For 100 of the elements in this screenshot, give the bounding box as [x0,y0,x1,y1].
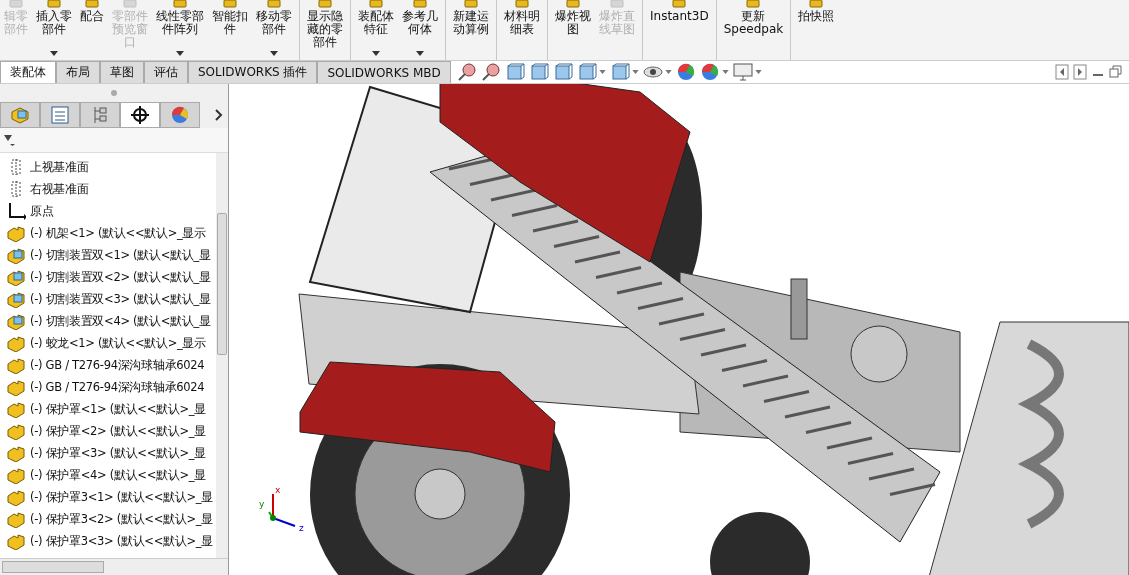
caret-icon[interactable] [598,70,606,74]
view-cube-icon[interactable] [576,63,597,81]
tree-item[interactable]: (-) 蛟龙<1> (默认<<默认>_显示 [0,332,216,354]
caret-icon [270,51,278,56]
restore-icon[interactable] [1109,64,1123,80]
command-tab[interactable]: 草图 [100,61,144,83]
ribbon-button[interactable]: 材料明 细表 [500,0,548,60]
ribbon-button[interactable]: 插入零 部件 [32,0,76,60]
ribbon-button[interactable]: 线性零部 件阵列 [152,0,208,60]
tree-item-label: (-) 保护罩3<2> (默认<<默认>_显 [30,511,213,527]
tree-item[interactable]: (-) 切割装置双<1> (默认<默认_显 [0,244,216,266]
tree-item-label: 原点 [30,203,54,219]
view-cube-icon[interactable] [552,63,573,81]
command-tab[interactable]: 布局 [56,61,100,83]
part-icon [6,532,26,550]
tree-item[interactable]: (-) 切割装置双<3> (默认<默认_显 [0,288,216,310]
part-icon [6,224,26,242]
assembly-icon [6,246,26,264]
crosshair-icon [130,105,150,125]
y-axis-label: y [259,500,265,509]
tree-item[interactable]: (-) 保护罩3<3> (默认<<默认>_显 [0,530,216,552]
tree-item[interactable]: (-) 切割装置双<4> (默认<默认_显 [0,310,216,332]
caret-icon[interactable] [721,70,729,74]
tree-item[interactable]: 原点 [0,200,216,222]
command-tab[interactable]: SOLIDWORKS 插件 [188,61,318,83]
part-icon [6,400,26,418]
tree-item-label: (-) 保护罩<1> (默认<<默认>_显 [30,401,206,417]
ribbon-button[interactable]: 拍快照 [794,0,839,60]
tree-item[interactable]: 右视基准面 [0,178,216,200]
chevron-right-icon[interactable] [214,108,224,122]
tree-item[interactable]: (-) 保护罩3<1> (默认<<默认>_显 [0,486,216,508]
tree-item[interactable]: (-) 保护罩<2> (默认<<默认>_显 [0,420,216,442]
view-cube-icon[interactable] [528,63,549,81]
caret-icon [372,51,380,56]
caret-icon [176,51,184,56]
part-icon [6,488,26,506]
command-tab[interactable]: 评估 [144,61,188,83]
view-cube-icon[interactable] [504,63,525,81]
horizontal-scrollbar[interactable] [0,558,228,575]
part-icon [6,378,26,396]
tree-item-label: (-) 切割装置双<2> (默认<默认_显 [30,269,211,285]
ribbon-button[interactable]: Instant3D [646,0,717,60]
ribbon-button[interactable]: 新建运 动算例 [449,0,497,60]
part-icon [6,444,26,462]
ribbon-button[interactable]: 更新 Speedpak [719,0,792,60]
ribbon-button[interactable]: 爆炸视 图 [551,0,595,60]
magnifier-icon[interactable] [480,63,501,81]
tree-item[interactable]: (-) 保护罩<4> (默认<<默认>_显 [0,464,216,486]
assembly-icon [6,268,26,286]
list-icon [50,105,70,125]
ribbon-button[interactable]: 智能扣 件 [208,0,252,60]
command-tab[interactable]: 装配体 [0,61,56,83]
color-ball-icon [170,105,190,125]
collapse-left-icon[interactable] [1055,64,1069,80]
tree-item[interactable]: (-) 保护罩3<2> (默认<<默认>_显 [0,508,216,530]
color-ball-icon[interactable] [699,63,720,81]
color-ball-icon[interactable] [675,63,696,81]
tree-item[interactable]: 上视基准面 [0,156,216,178]
tree-item[interactable]: (-) 机架<1> (默认<<默认>_显示 [0,222,216,244]
command-tab[interactable]: SOLIDWORKS MBD [317,61,451,83]
magnifier-icon[interactable] [456,63,477,81]
ribbon-button[interactable]: 显示隐 藏的零 部件 [303,0,351,60]
caret-icon[interactable] [664,70,672,74]
ribbon-button[interactable]: 参考几 何体 [398,0,446,60]
tree-item-label: (-) 保护罩<3> (默认<<默认>_显 [30,445,206,461]
splitter-handle-icon[interactable] [111,90,117,96]
caret-icon[interactable] [754,70,762,74]
tree-item[interactable]: (-) 保护罩<3> (默认<<默认>_显 [0,442,216,464]
tree-item[interactable]: (-) GB / T276-94深沟球轴承6024 [0,354,216,376]
tree-item[interactable]: (-) 保护罩<1> (默认<<默认>_显 [0,398,216,420]
caret-icon[interactable] [631,70,639,74]
tree-item-label: 上视基准面 [30,159,89,175]
tree-item[interactable]: (-) 切割装置双<2> (默认<默认_显 [0,266,216,288]
tree-item-label: (-) 机架<1> (默认<<默认>_显示 [30,225,206,241]
tree-item-label: (-) 保护罩<4> (默认<<默认>_显 [30,467,206,483]
filter-icon[interactable] [4,134,16,146]
tree-item[interactable]: (-) GB / T276-94深沟球轴承6024 [0,376,216,398]
collapse-right-icon[interactable] [1073,64,1087,80]
caret-icon [50,51,58,56]
origin-axes-icon [6,202,26,220]
caret-icon [416,51,424,56]
part-icon [6,334,26,352]
z-axis-label: z [299,524,304,533]
tree-item-label: (-) 切割装置双<3> (默认<默认_显 [30,291,211,307]
view-cube-icon[interactable] [609,63,630,81]
tree-item-label: (-) 切割装置双<1> (默认<默认_显 [30,247,211,263]
tree-item-label: (-) 切割装置双<4> (默认<默认_显 [30,313,211,329]
ribbon-button[interactable]: 装配体 特征 [354,0,398,60]
ribbon-button[interactable]: 移动零 部件 [252,0,300,60]
ribbon-button[interactable]: 配合 [76,0,108,60]
tree-item-label: (-) 保护罩<2> (默认<<默认>_显 [30,423,206,439]
eye-icon[interactable] [642,63,663,81]
assembly-icon [6,290,26,308]
tree-item-label: (-) 保护罩3<3> (默认<<默认>_显 [30,533,213,549]
assembly-icon [6,312,26,330]
vertical-scrollbar[interactable] [216,153,228,558]
panel-tab[interactable] [120,102,160,128]
tree-item-label: (-) 保护罩3<1> (默认<<默认>_显 [30,489,213,505]
monitor-icon[interactable] [732,63,753,81]
tree-item-label: (-) 蛟龙<1> (默认<<默认>_显示 [30,335,206,351]
